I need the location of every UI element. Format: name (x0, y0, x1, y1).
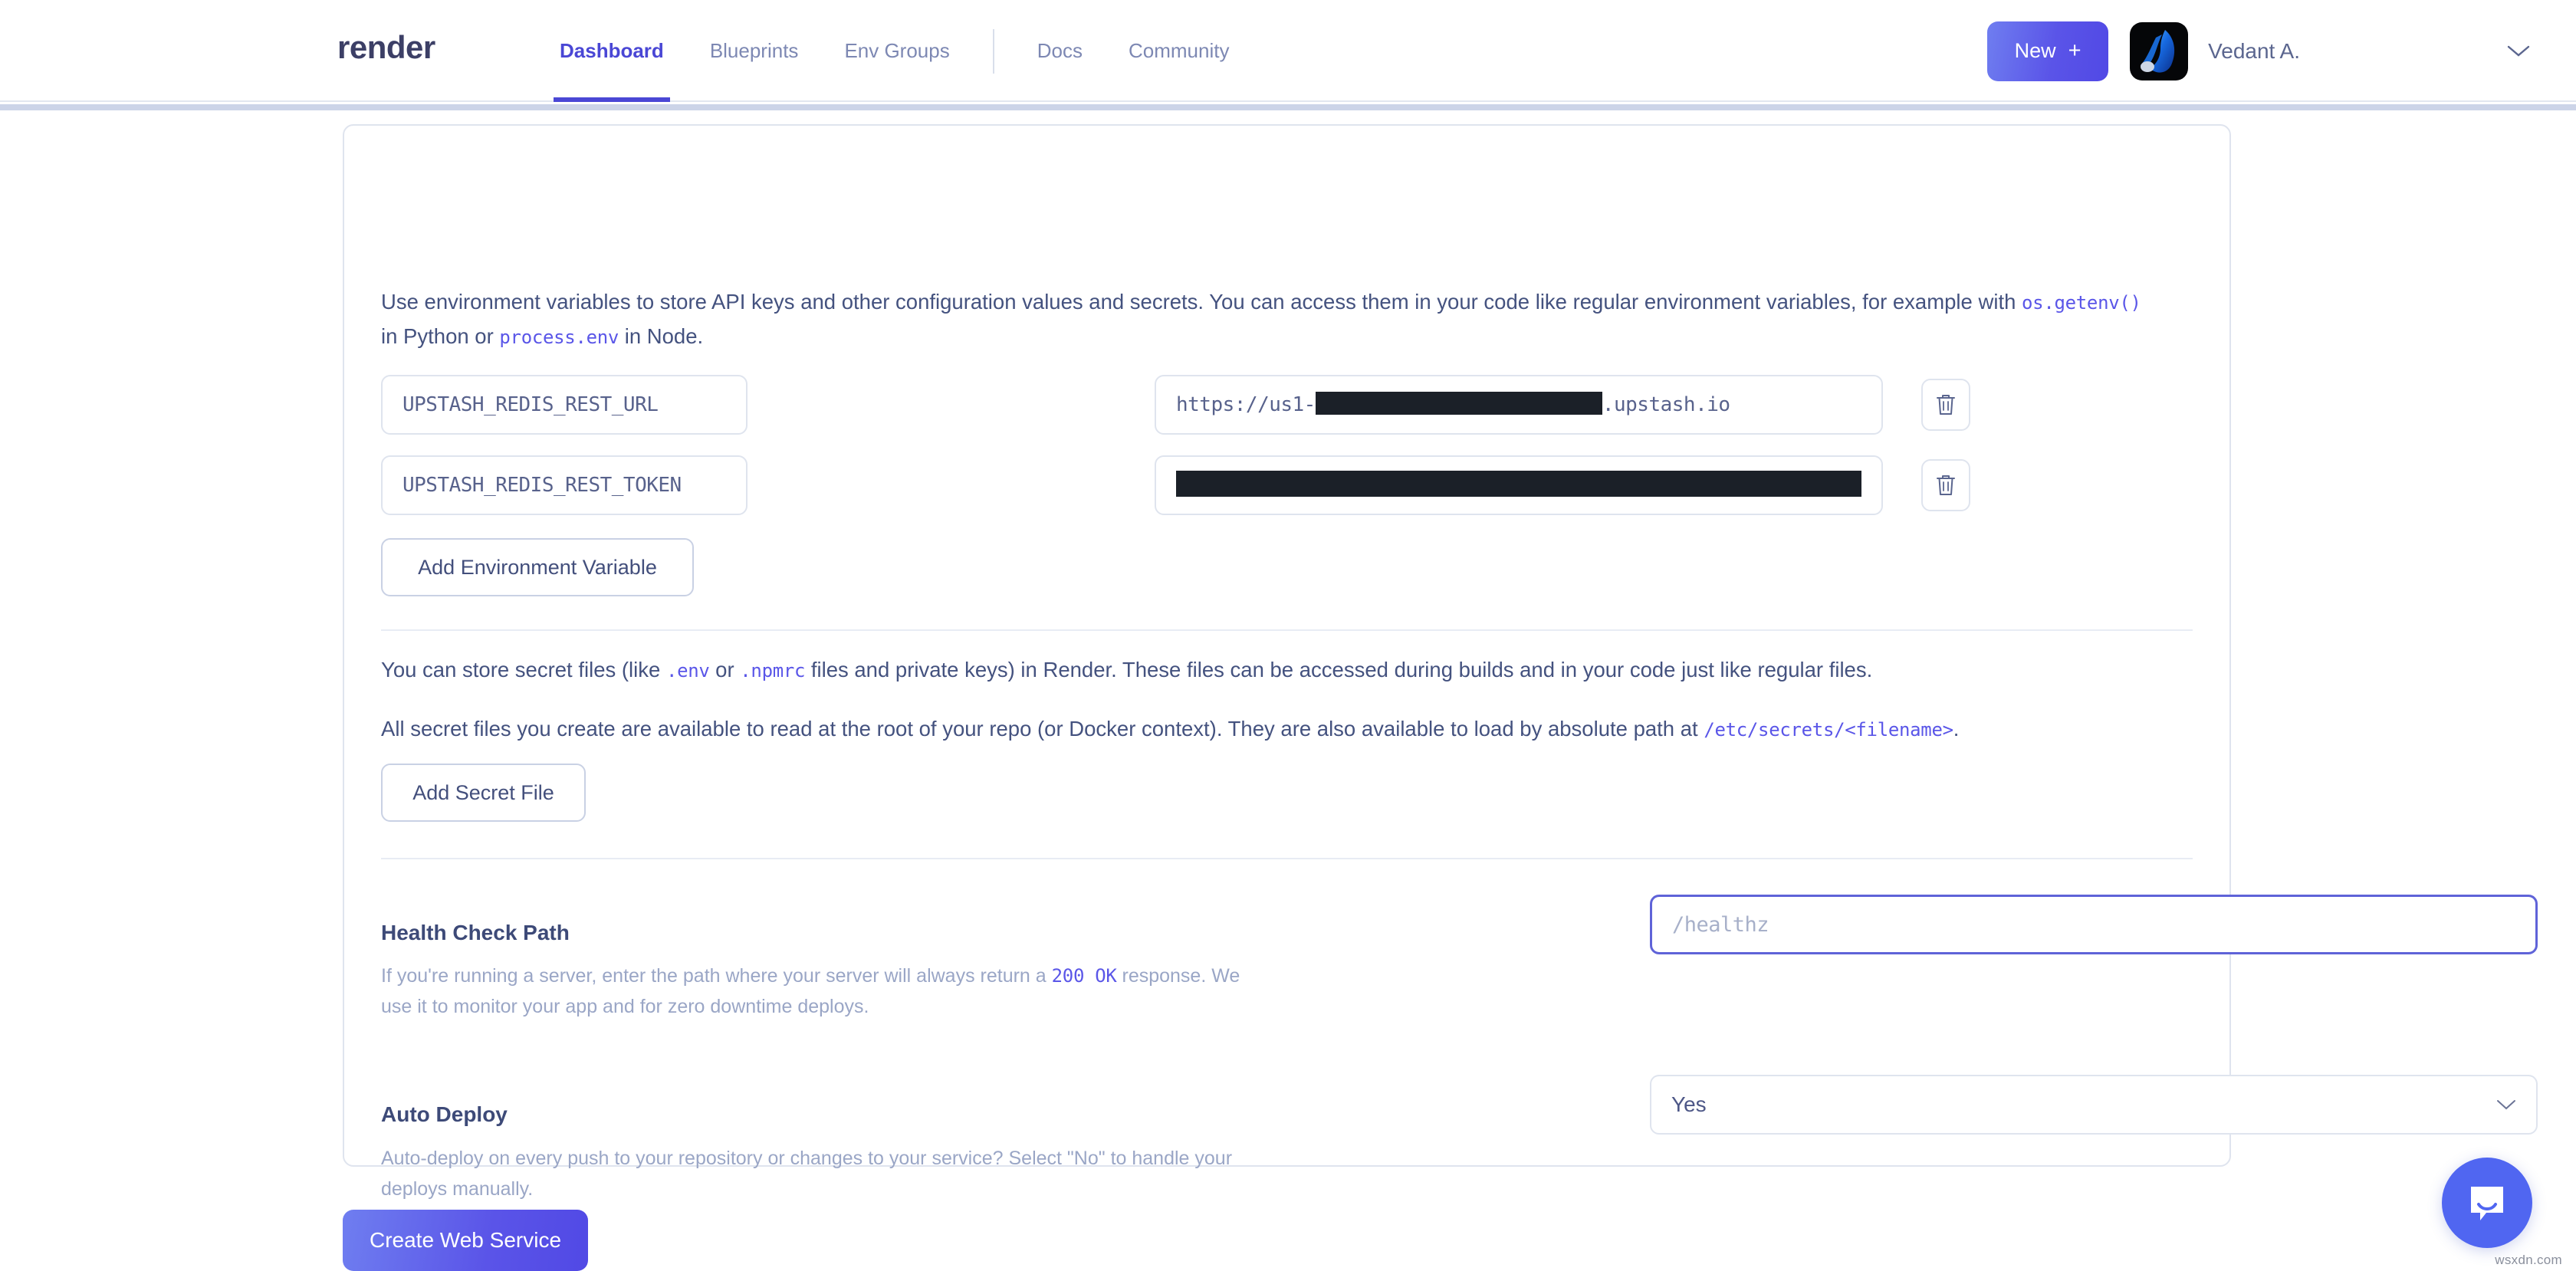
env-key-input[interactable]: UPSTASH_REDIS_REST_URL (381, 375, 748, 435)
redaction-bar (1315, 392, 1602, 415)
dotenv-code: .env (665, 660, 710, 681)
secret-files-path-note: All secret files you create are availabl… (381, 712, 2144, 747)
env-value-input[interactable] (1155, 455, 1883, 515)
env-value-prefix: https://us1- (1176, 393, 1316, 416)
env-intro-a: Use environment variables to store API k… (381, 290, 2022, 314)
env-intro-b: in Python or (381, 324, 500, 348)
env-key-input[interactable]: UPSTASH_REDIS_REST_TOKEN (381, 455, 748, 515)
secret-p1-b: or (709, 658, 741, 681)
auto-deploy-label: Auto Deploy (381, 1102, 508, 1126)
health-check-path-input[interactable]: /healthz (1650, 895, 2538, 954)
trash-icon (1937, 475, 1955, 495)
trash-icon (1937, 395, 1955, 415)
secret-files-description: You can store secret files (like .env or… (381, 653, 2144, 688)
env-intro-c: in Node. (619, 324, 704, 348)
page-root: render Dashboard Blueprints Env Groups D… (0, 0, 2576, 1271)
env-var-row: UPSTASH_REDIS_REST_TOKEN (381, 455, 1970, 515)
auto-deploy-select[interactable]: Yes (1650, 1075, 2538, 1135)
nav-link-env-groups[interactable]: Env Groups (821, 0, 972, 102)
chevron-down-icon (2496, 1099, 2516, 1111)
health-check-path-help: If you're running a server, enter the pa… (381, 961, 1270, 1022)
health-help-a: If you're running a server, enter the pa… (381, 965, 1052, 987)
nav-link-blueprints[interactable]: Blueprints (687, 0, 822, 102)
chat-bubble-icon (2471, 1187, 2503, 1220)
os-getenv-code: os.getenv() (2022, 292, 2141, 314)
delete-env-var-button[interactable] (1921, 459, 1970, 511)
top-navigation-bar: render Dashboard Blueprints Env Groups D… (0, 0, 2576, 102)
secrets-path-code: /etc/secrets/<filename> (1704, 719, 1953, 741)
new-button[interactable]: New + (1987, 21, 2109, 81)
new-button-label: New (2014, 39, 2056, 62)
secret-p1-c: files and private keys) in Render. These… (805, 658, 1873, 681)
section-divider (381, 629, 2193, 631)
add-secret-file-button[interactable]: Add Secret File (381, 764, 586, 822)
nav-right-cluster: New + Vedant A. (1987, 0, 2530, 102)
env-value-suffix: .upstash.io (1602, 393, 1730, 416)
chevron-down-icon[interactable] (2507, 44, 2530, 58)
secret-p1-a: You can store secret files (like (381, 658, 666, 681)
render-logo[interactable]: render (337, 29, 435, 66)
nav-link-docs[interactable]: Docs (1014, 0, 1106, 102)
user-name[interactable]: Vedant A. (2208, 39, 2300, 64)
horizontal-scrollbar[interactable] (0, 104, 2576, 110)
section-divider (381, 858, 2193, 859)
auto-deploy-help: Auto-deploy on every push to your reposi… (381, 1148, 1233, 1200)
nav-divider (992, 28, 994, 74)
avatar[interactable] (2130, 21, 2189, 80)
nav-link-community[interactable]: Community (1106, 0, 1252, 102)
secret-p2-b: . (1953, 717, 1960, 741)
create-web-service-button[interactable]: Create Web Service (343, 1210, 588, 1271)
env-value-input[interactable]: https://us1- .upstash.io (1155, 375, 1883, 435)
service-settings-card: Use environment variables to store API k… (343, 124, 2538, 1200)
env-var-row: UPSTASH_REDIS_REST_URL https://us1- .upst… (381, 375, 1970, 435)
primary-nav-links: Dashboard Blueprints Env Groups Docs Com… (537, 0, 1252, 102)
delete-env-var-button[interactable] (1921, 379, 1970, 431)
secret-p2-a: All secret files you create are availabl… (381, 717, 1704, 741)
npmrc-code: .npmrc (740, 660, 806, 681)
process-env-code: process.env (499, 327, 619, 348)
watermark: wsxdn.com (2495, 1253, 2562, 1267)
status-200-ok-code: 200 OK (1051, 965, 1117, 987)
auto-deploy-selected-value: Yes (1671, 1092, 1707, 1116)
nav-link-dashboard[interactable]: Dashboard (537, 0, 687, 102)
plus-icon: + (2068, 38, 2082, 63)
redaction-bar (1176, 471, 1861, 497)
betta-fish-icon (2141, 29, 2175, 73)
intercom-launcher-button[interactable] (2442, 1158, 2532, 1248)
add-environment-variable-button[interactable]: Add Environment Variable (381, 538, 694, 596)
health-check-path-label: Health Check Path (381, 921, 570, 944)
env-vars-description: Use environment variables to store API k… (381, 285, 2144, 354)
health-check-path-placeholder: /healthz (1672, 912, 1769, 937)
